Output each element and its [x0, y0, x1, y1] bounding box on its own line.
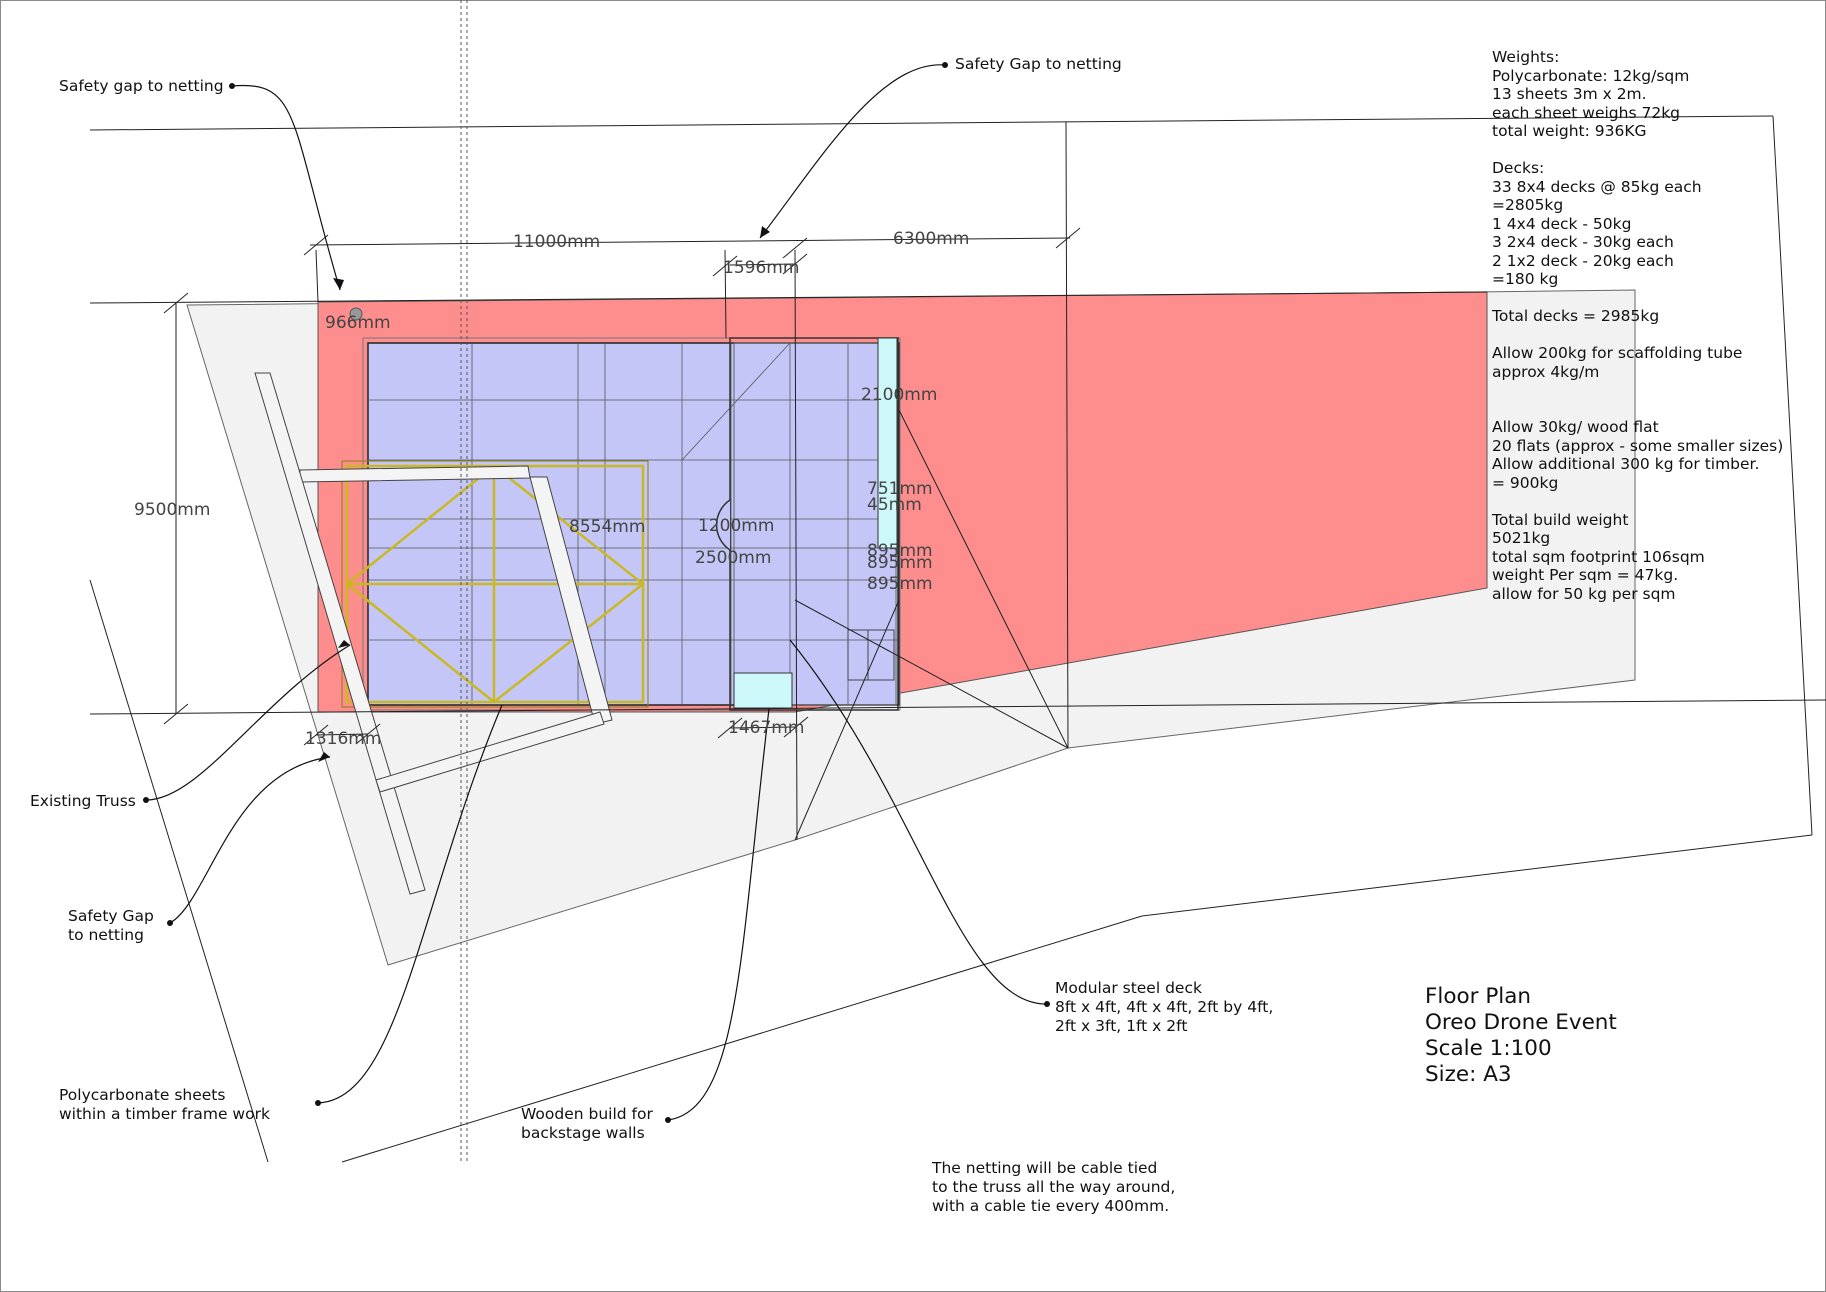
title-block: Floor Plan Oreo Drone Event Scale 1:100 …: [1425, 984, 1617, 1088]
arrow-head-1: [333, 278, 344, 290]
weights-line: weight Per sqm = 47kg.: [1492, 566, 1679, 584]
dim-1596: 1596mm: [723, 258, 800, 278]
weights-line: Polycarbonate: 12kg/sqm: [1492, 66, 1690, 85]
weights-line: Allow 200kg for scaffolding tube: [1492, 344, 1743, 362]
weights-line: Total build weight: [1492, 510, 1629, 529]
dim-895-b: 895mm: [867, 553, 933, 573]
weights-line: 20 flats (approx - some smaller sizes): [1492, 436, 1784, 455]
dim-1200: 1200mm: [698, 516, 775, 536]
weights-line: 13 sheets 3m x 2m.: [1492, 85, 1647, 103]
callout-wooden-build-1: Wooden build for: [521, 1105, 653, 1123]
weights-line: 5021kg: [1492, 529, 1551, 547]
weights-line: [1492, 141, 1822, 160]
callout-existing-truss: Existing Truss: [30, 792, 136, 810]
weights-line: each sheet weighs 72kg: [1492, 103, 1681, 122]
weights-line: Allow additional 300 kg for timber.: [1492, 455, 1760, 473]
callout-safety-gap-left-1: Safety Gap: [68, 907, 154, 925]
callout-safety-gap-top-left: Safety gap to netting: [59, 77, 224, 95]
weights-line: [1492, 381, 1822, 400]
weights-line: [1492, 492, 1822, 511]
cyan-strip-right: [877, 337, 898, 549]
weights-line: =2805kg: [1492, 196, 1564, 214]
weights-line: 33 8x4 decks @ 85kg each: [1492, 177, 1702, 196]
title-floor-plan: Floor Plan: [1425, 984, 1532, 1009]
weights-line: total sqm footprint 106sqm: [1492, 547, 1705, 566]
weights-line: approx 4kg/m: [1492, 362, 1600, 381]
callout-modular-deck-1: Modular steel deck: [1055, 979, 1202, 997]
dim-45: 45mm: [867, 495, 922, 515]
dim-6300: 6300mm: [893, 229, 970, 249]
weights-line: [1492, 289, 1822, 308]
callout-polycarbonate-2: within a timber frame work: [59, 1105, 270, 1123]
dim-1316: 1316mm: [305, 729, 382, 749]
netting-note-3: with a cable tie every 400mm.: [932, 1197, 1170, 1215]
weights-line: = 900kg: [1492, 473, 1559, 492]
weights-line: allow for 50 kg per sqm: [1492, 584, 1676, 603]
cyan-block-bottom: [733, 672, 793, 709]
title-size: Size: A3: [1425, 1062, 1512, 1087]
dim-895-c: 895mm: [867, 574, 933, 594]
callout-modular-deck-2: 8ft x 4ft, 4ft x 4ft, 2ft by 4ft,: [1055, 998, 1274, 1016]
weights-line: Decks:: [1492, 159, 1545, 177]
dim-2500: 2500mm: [695, 548, 772, 568]
title-scale: Scale 1:100: [1425, 1036, 1552, 1061]
weights-line: 3 2x4 deck - 30kg each: [1492, 233, 1674, 251]
weights-line: Weights:: [1492, 48, 1560, 66]
weights-line: 1 4x4 deck - 50kg: [1492, 214, 1632, 233]
callout-wooden-build-2: backstage walls: [521, 1124, 645, 1142]
weights-line: Allow 30kg/ wood flat: [1492, 418, 1659, 436]
weights-line: [1492, 326, 1822, 345]
dim-8554: 8554mm: [569, 517, 646, 537]
weights-line: [1492, 400, 1822, 419]
weights-panel: Weights: Polycarbonate: 12kg/sqm 13 shee…: [1492, 48, 1822, 603]
callout-polycarbonate-1: Polycarbonate sheets: [59, 1086, 226, 1104]
arrow-head-2: [760, 226, 770, 238]
title-event-name: Oreo Drone Event: [1425, 1010, 1617, 1035]
netting-note-2: to the truss all the way around,: [932, 1178, 1176, 1196]
callout-modular-deck-3: 2ft x 3ft, 1ft x 2ft: [1055, 1017, 1188, 1035]
weights-line: total weight: 936KG: [1492, 122, 1647, 140]
dim-1467: 1467mm: [728, 718, 805, 738]
weights-line: 2 1x2 deck - 20kg each: [1492, 251, 1674, 270]
weights-line: =180 kg: [1492, 270, 1559, 288]
weights-line: Total decks = 2985kg: [1492, 307, 1660, 325]
callout-safety-gap-top: Safety Gap to netting: [955, 55, 1122, 73]
dim-11000: 11000mm: [513, 232, 601, 252]
dim-2100: 2100mm: [861, 385, 938, 405]
dim-9500: 9500mm: [134, 500, 211, 520]
dim-966: 966mm: [325, 313, 391, 333]
netting-note-1: The netting will be cable tied: [932, 1159, 1158, 1177]
callout-safety-gap-left-2: to netting: [68, 926, 144, 944]
